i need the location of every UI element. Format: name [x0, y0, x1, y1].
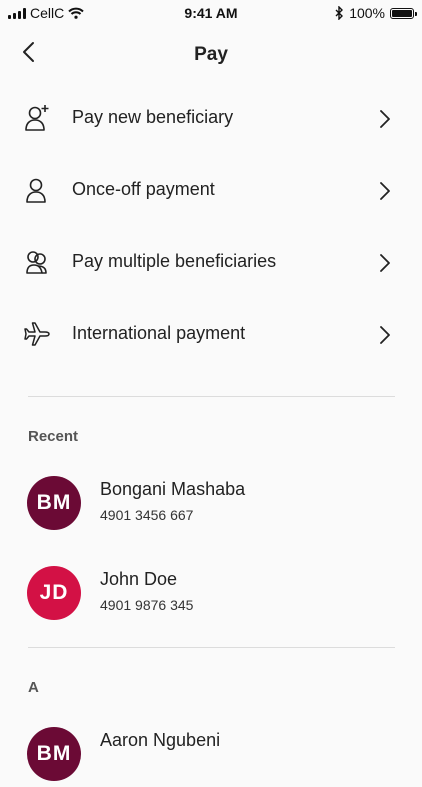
people-icon — [26, 251, 47, 274]
menu-item-international-payment[interactable]: International payment — [0, 309, 422, 359]
contact-account-number: 4901 3456 667 — [100, 507, 194, 523]
contact-name: John Doe — [100, 569, 178, 589]
contact-account-number: 4901 9876 345 — [100, 597, 194, 613]
battery-icon — [390, 7, 417, 19]
add-person-icon — [25, 105, 49, 131]
menu-item-label: Pay new beneficiary — [72, 107, 234, 127]
chevron-right-icon — [380, 326, 390, 344]
menu-item-label: International payment — [72, 323, 246, 343]
menu-item-label: Pay multiple beneficiaries — [72, 251, 277, 271]
avatar: JD — [27, 566, 81, 620]
status-bar: CellC 9:41 AM 100% — [0, 0, 422, 26]
contact-name: Bongani Mashaba — [100, 479, 246, 499]
battery-percent: 100% — [349, 5, 385, 21]
chevron-right-icon — [380, 182, 390, 200]
navigation-bar: Pay — [0, 34, 422, 74]
chevron-right-icon — [380, 110, 390, 128]
chevron-right-icon — [380, 254, 390, 272]
section-header-recent: Recent — [28, 428, 79, 445]
contact-name: Aaron Ngubeni — [100, 730, 221, 750]
person-icon — [26, 178, 46, 203]
page-title: Pay — [194, 44, 228, 65]
menu-item-once-off-payment[interactable]: Once-off payment — [0, 165, 422, 215]
contact-row-bongani-mashaba[interactable]: BM Bongani Mashaba 4901 3456 667 — [0, 476, 422, 536]
avatar: BM — [27, 476, 81, 530]
avatar: BM — [27, 727, 81, 781]
menu-item-pay-multiple-beneficiaries[interactable]: Pay multiple beneficiaries — [0, 237, 422, 287]
menu-item-label: Once-off payment — [72, 179, 215, 199]
menu-item-pay-new-beneficiary[interactable]: Pay new beneficiary — [0, 93, 422, 143]
airplane-icon — [24, 322, 50, 346]
contact-row-john-doe[interactable]: JD John Doe 4901 9876 345 — [0, 566, 422, 626]
battery-info: 100% — [335, 5, 417, 21]
divider — [28, 396, 395, 397]
contact-row-aaron-ngubeni[interactable]: BM Aaron Ngubeni — [0, 727, 422, 787]
section-header-a: A — [28, 679, 39, 696]
divider — [28, 647, 395, 648]
bluetooth-icon — [335, 6, 344, 20]
